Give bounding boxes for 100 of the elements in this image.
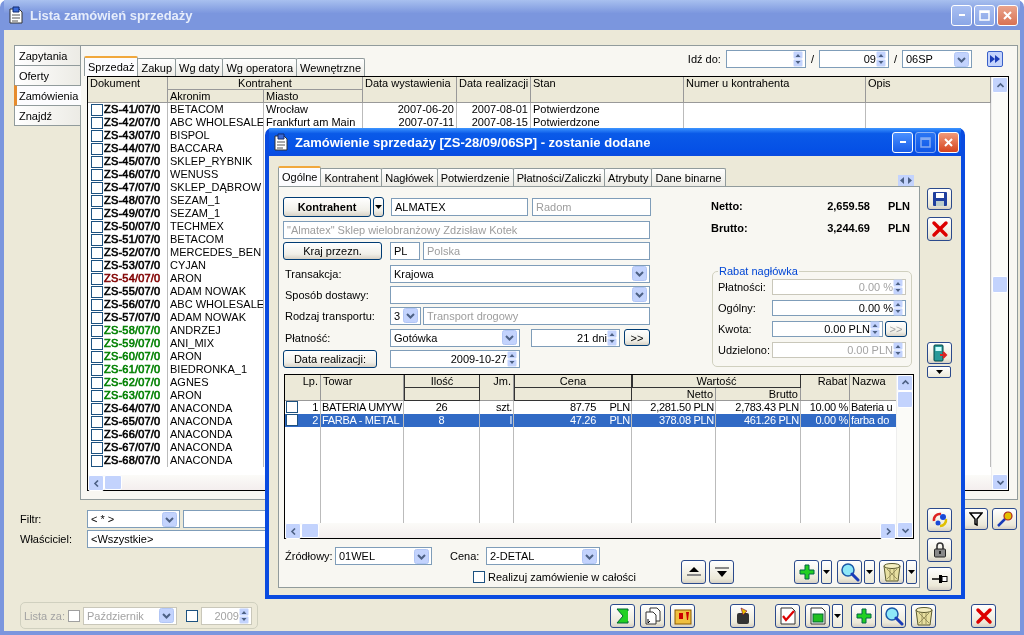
table-row[interactable]: 2 FARBA - METAL 8 l 47.26 PLN 378.08 PLN 461.26 PLN 0.00 % farba do	[285, 413, 896, 427]
export-button[interactable]	[730, 603, 755, 628]
checkbox[interactable]	[91, 454, 103, 467]
lock-button[interactable]	[927, 538, 952, 562]
checkbox[interactable]	[91, 155, 103, 168]
checkbox[interactable]	[91, 311, 103, 324]
price-dropdown[interactable]: 2-DETAL	[486, 547, 600, 566]
scroll-right-icon[interactable]	[884, 527, 892, 535]
checkbox[interactable]	[91, 220, 103, 233]
column-header[interactable]: Cena	[514, 374, 632, 388]
column-header[interactable]: Lp.	[285, 374, 321, 401]
month-spinner[interactable]: 09	[818, 50, 889, 68]
column-header[interactable]: Towar	[321, 374, 404, 401]
dropdown-button[interactable]	[832, 603, 843, 628]
close-button[interactable]	[938, 131, 959, 153]
column-header[interactable]: Opis	[866, 77, 991, 103]
scroll-down-icon[interactable]	[996, 478, 1004, 486]
close-window-button[interactable]	[971, 603, 996, 628]
checkbox[interactable]	[473, 571, 485, 584]
checkbox[interactable]	[91, 116, 103, 129]
column-header[interactable]: Data wystawienia	[363, 77, 457, 103]
search-button[interactable]	[881, 603, 906, 628]
checkbox[interactable]	[91, 207, 103, 220]
contractor-button[interactable]: Kontrahent	[283, 197, 371, 217]
tab[interactable]: Sprzedaż	[84, 56, 139, 76]
sum-button[interactable]	[610, 603, 635, 628]
tab[interactable]: Wg daty	[175, 58, 224, 76]
transport-dropdown[interactable]: 3	[390, 306, 421, 325]
pin-button[interactable]	[927, 567, 952, 591]
tab[interactable]: Atrybuty	[604, 168, 653, 186]
checkbox[interactable]	[91, 194, 103, 207]
delete-button[interactable]	[879, 560, 904, 585]
side-tab[interactable]: Zapytania	[14, 45, 80, 66]
tab[interactable]: Nagłówek	[381, 168, 438, 186]
tab[interactable]: Kontrahent	[320, 168, 383, 186]
checkbox[interactable]	[91, 376, 103, 389]
tab[interactable]: Ogólne	[278, 166, 322, 186]
date-spinner[interactable]: 2009-10-27	[390, 350, 520, 368]
tab[interactable]: Zakup	[137, 58, 177, 76]
checkbox[interactable]	[91, 441, 103, 454]
go-button[interactable]	[987, 51, 1003, 67]
scroll-down-icon[interactable]	[901, 526, 909, 534]
dropdown-button[interactable]	[927, 366, 951, 378]
checkbox[interactable]	[91, 324, 103, 337]
country-code-field[interactable]: PL	[390, 242, 420, 260]
column-header[interactable]: Rabat	[801, 374, 850, 401]
checkbox[interactable]	[91, 142, 103, 155]
delete-button[interactable]	[911, 603, 936, 628]
transaction-dropdown[interactable]: Krajowa	[390, 264, 650, 283]
table-row[interactable]: 1 BATERIA UMYW 26 szt. 87.75 PLN 2,281.50 PLN 2,783.43 PLN 10.00 % Bateria u	[285, 400, 896, 414]
copy-button[interactable]	[640, 603, 665, 628]
side-tab[interactable]: Oferty	[14, 65, 80, 86]
move-down-button[interactable]	[709, 560, 734, 585]
delivery-dropdown[interactable]	[390, 285, 650, 304]
scroll-thumb[interactable]	[301, 523, 319, 539]
checkbox[interactable]	[91, 246, 103, 259]
tab[interactable]: Potwierdzenie	[436, 168, 514, 186]
checkbox[interactable]	[91, 298, 103, 311]
country-button[interactable]: Kraj przezn.	[283, 242, 382, 260]
checkbox[interactable]	[91, 389, 103, 402]
column-header[interactable]: Dokument	[88, 77, 168, 103]
column-header[interactable]: Jm.	[480, 374, 514, 401]
column-header[interactable]: Data realizacji	[457, 77, 531, 103]
tools-button[interactable]	[992, 508, 1017, 530]
tab[interactable]: Wewnętrzne	[296, 58, 365, 76]
invoice-button[interactable]	[805, 603, 830, 628]
series-dropdown[interactable]: 06SP	[902, 50, 972, 68]
tab[interactable]: Wg operatora	[222, 58, 298, 76]
checkbox[interactable]	[91, 285, 103, 298]
checkbox[interactable]	[91, 181, 103, 194]
dropdown-button[interactable]	[373, 197, 384, 217]
vertical-scrollbar[interactable]	[896, 374, 913, 539]
column-header[interactable]: Akronim	[168, 90, 264, 103]
alert-button[interactable]	[670, 603, 695, 628]
device-button[interactable]	[927, 342, 952, 364]
add-button[interactable]	[851, 603, 876, 628]
column-header[interactable]: Numer u kontrahenta	[684, 77, 866, 103]
scroll-up-icon[interactable]	[996, 81, 1004, 89]
tab[interactable]: Dane binarne	[651, 168, 726, 186]
filter-dropdown[interactable]: < * >	[87, 510, 180, 528]
due-date-button[interactable]: Data realizacji:	[283, 350, 377, 368]
scroll-up-icon[interactable]	[901, 379, 909, 387]
scroll-thumb[interactable]	[104, 475, 122, 490]
term-spinner[interactable]: 21 dni	[531, 328, 620, 347]
checkbox[interactable]	[91, 259, 103, 272]
column-header[interactable]: Nazwa	[850, 374, 898, 401]
column-header[interactable]: Wartość	[632, 374, 801, 388]
scroll-left-icon[interactable]	[289, 527, 297, 535]
checkbox[interactable]	[91, 129, 103, 142]
column-header[interactable]: Miasto	[264, 90, 363, 103]
scroll-thumb[interactable]	[992, 276, 1008, 293]
column-header[interactable]: Kontrahent	[168, 77, 363, 90]
source-dropdown[interactable]: 01WEL	[335, 547, 432, 566]
checkbox[interactable]	[91, 233, 103, 246]
vertical-scrollbar[interactable]	[991, 77, 1008, 490]
scroll-thumb[interactable]	[897, 390, 913, 408]
checkbox[interactable]	[91, 272, 103, 285]
close-button[interactable]	[997, 4, 1018, 26]
minimize-button[interactable]	[892, 131, 913, 153]
dropdown-button[interactable]	[906, 560, 917, 585]
